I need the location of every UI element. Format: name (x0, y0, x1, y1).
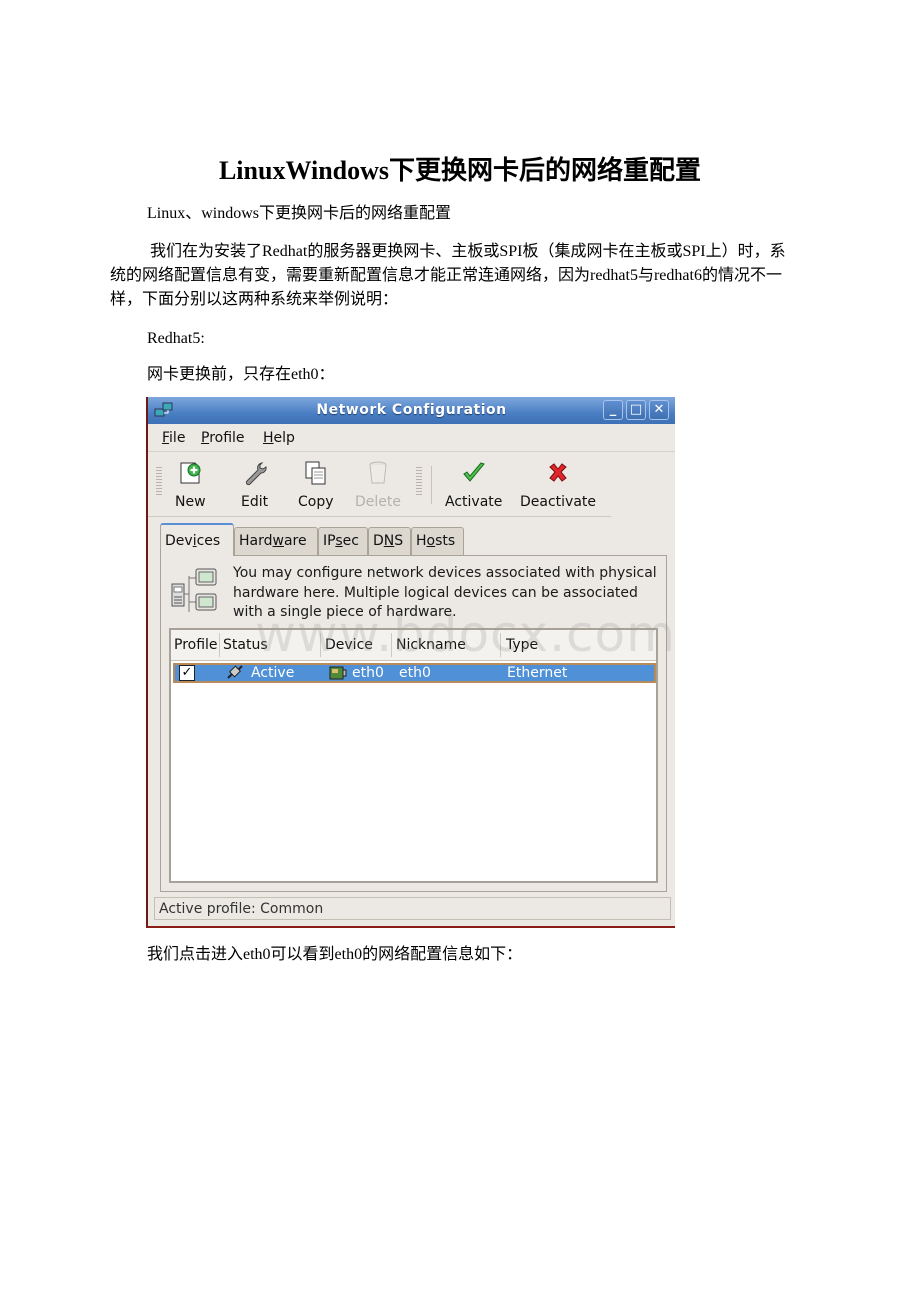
section-heading: Redhat5: (147, 330, 205, 347)
toolbar-grip[interactable] (416, 467, 422, 497)
row-device: eth0 (352, 665, 384, 681)
row-type: Ethernet (507, 665, 568, 681)
activate-button[interactable]: Activate (445, 460, 502, 510)
row-nickname: eth0 (399, 665, 431, 681)
new-button[interactable]: New (175, 460, 206, 510)
tab-devices[interactable]: Devices (160, 523, 234, 556)
toolbar: New Edit Copy Delete Activate Deactivate (148, 452, 611, 517)
column-separator (320, 633, 321, 657)
title-bar[interactable]: Network Configuration _ □ ✕ (148, 397, 675, 424)
deactivate-button[interactable]: Deactivate (520, 460, 596, 510)
network-configuration-window: Network Configuration _ □ ✕ File Profile… (146, 397, 675, 928)
row-status: Active (251, 665, 295, 681)
copy-icon (305, 461, 326, 485)
copy-button[interactable]: Copy (298, 460, 334, 510)
column-profile[interactable]: Profile (174, 637, 218, 653)
new-document-icon (180, 462, 201, 484)
column-device[interactable]: Device (325, 637, 373, 653)
document-subtitle: Linux、windows下更换网卡后的网络重配置 (147, 205, 452, 222)
minimize-button[interactable]: _ (603, 400, 623, 420)
column-separator (500, 633, 501, 657)
menu-profile[interactable]: Profile (201, 430, 245, 446)
wrench-icon (245, 462, 267, 486)
network-card-icon (329, 666, 347, 680)
profile-checkbox[interactable]: ✓ (179, 665, 195, 681)
column-status[interactable]: Status (223, 637, 268, 653)
after-caption: 我们点击进入eth0可以看到eth0的网络配置信息如下： (147, 946, 523, 963)
checkmark-icon (462, 462, 485, 482)
tab-ipsec[interactable]: IPsec (318, 527, 368, 555)
toolbar-grip[interactable] (156, 467, 162, 497)
column-separator (391, 633, 392, 657)
document-title: LinuxWindows下更换网卡后的网络重配置 (218, 156, 702, 185)
tab-dns[interactable]: DNS (368, 527, 411, 555)
toolbar-separator (431, 466, 432, 504)
menu-file[interactable]: File (162, 430, 185, 446)
intro-paragraph: 我们在为安装了Redhat的服务器更换网卡、主板或SPI板（集成网卡在主板或SP… (110, 243, 786, 308)
network-hardware-icon (171, 568, 217, 612)
devices-panel: You may configure network devices associ… (160, 555, 667, 892)
table-row[interactable]: ✓ Active eth0 eth0 Ethernet (173, 663, 656, 683)
column-type[interactable]: Type (506, 637, 538, 653)
maximize-button[interactable]: □ (626, 400, 646, 420)
close-button[interactable]: ✕ (649, 400, 669, 420)
menu-help[interactable]: Help (263, 430, 295, 446)
column-nickname[interactable]: Nickname (396, 637, 466, 653)
list-header: Profile Status Device Nickname Type (171, 630, 656, 661)
menu-bar: File Profile Help (148, 424, 675, 452)
column-separator (219, 633, 220, 657)
status-bar: Active profile: Common (154, 897, 671, 920)
before-caption: 网卡更换前，只存在eth0： (147, 366, 335, 383)
tab-hosts[interactable]: Hosts (411, 527, 464, 555)
edit-button[interactable]: Edit (241, 460, 268, 510)
window-title: Network Configuration (316, 402, 507, 418)
device-list[interactable]: Profile Status Device Nickname Type ✓ Ac… (169, 628, 658, 883)
delete-button[interactable]: Delete (355, 460, 401, 510)
plug-connected-icon (227, 665, 243, 679)
trash-icon (369, 461, 387, 484)
red-x-icon (549, 463, 567, 482)
devices-description: You may configure network devices associ… (233, 565, 657, 620)
tab-hardware[interactable]: Hardware (234, 527, 318, 555)
